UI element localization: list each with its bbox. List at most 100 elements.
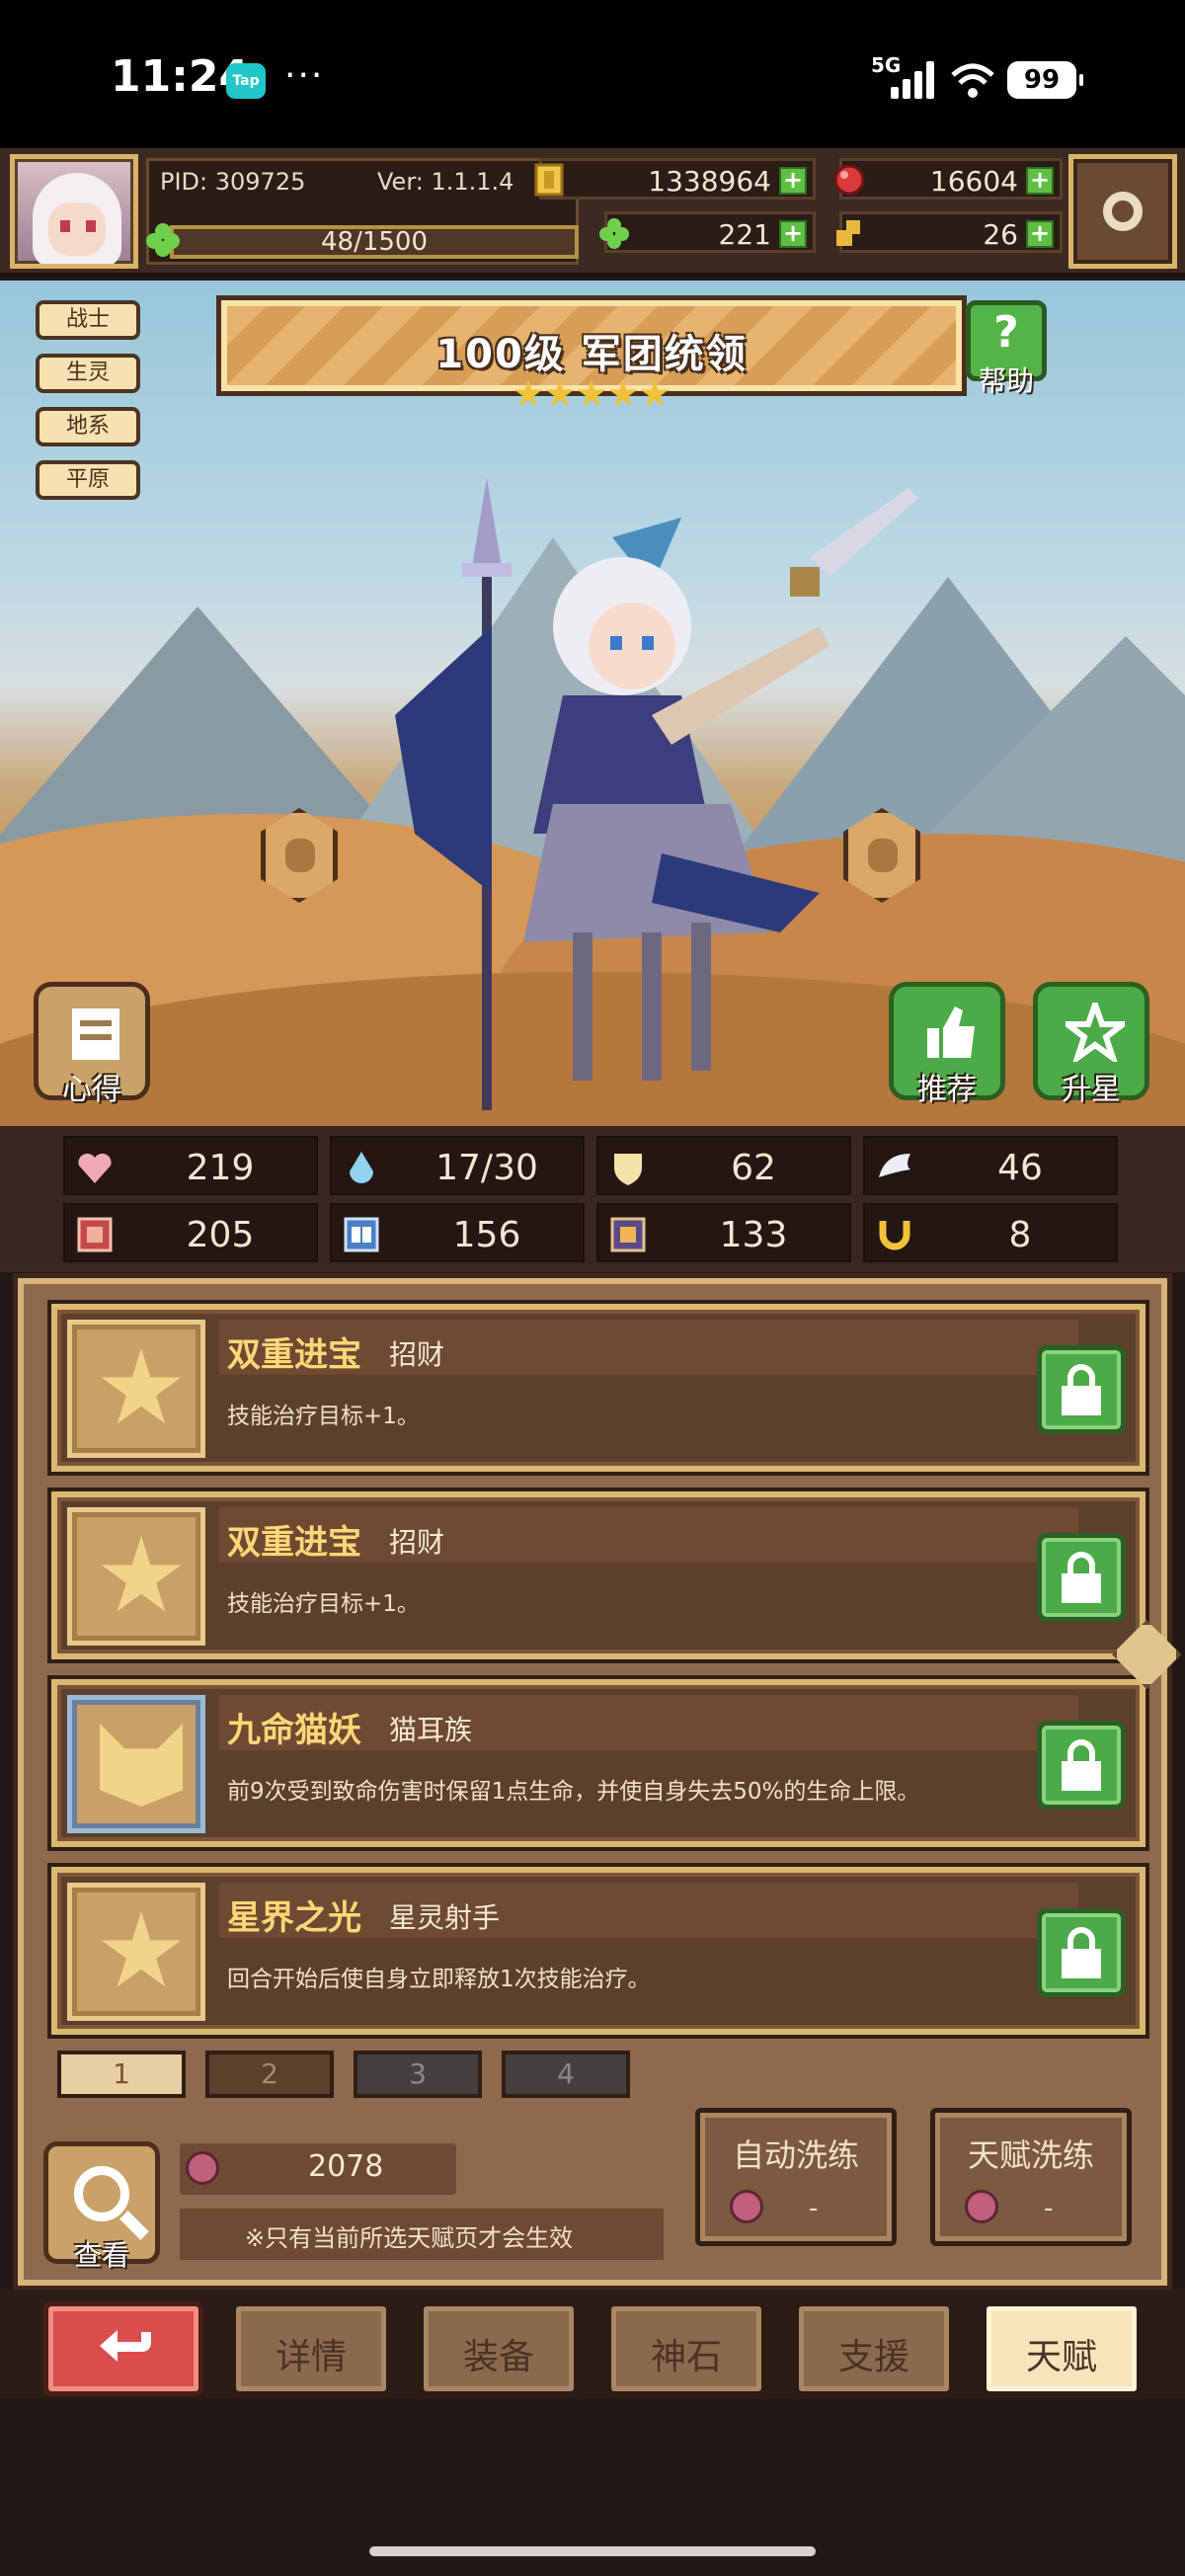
talent-slot-4[interactable]: 星界之光 星灵射手 回合开始后使自身立即释放1次技能治疗。 xyxy=(51,1867,1146,2035)
star-icon xyxy=(640,379,670,407)
stat-health: 219 xyxy=(63,1136,318,1195)
berry-icon xyxy=(186,2151,219,2185)
key-add-button[interactable]: + xyxy=(1026,220,1054,248)
resource-header: PID: 309725 Ver: 1.1.1.4 48/1500 1338964… xyxy=(0,148,1185,277)
notebook-icon xyxy=(72,1008,119,1060)
clover-icon xyxy=(146,223,180,257)
chevron-right-icon xyxy=(868,839,898,872)
class-tag-warrior[interactable]: 战士 xyxy=(36,300,140,340)
talent-icon-slot-4 xyxy=(67,1883,205,2021)
stat-value: 8 xyxy=(1008,1215,1032,1255)
view-label: 查看 xyxy=(73,2239,129,2272)
settings-button[interactable] xyxy=(1068,154,1177,269)
star-icon xyxy=(577,379,606,407)
hero-title: 100级 军团统领 xyxy=(435,332,748,377)
xp-bar: 48/1500 xyxy=(170,225,579,259)
stat-value: 219 xyxy=(186,1148,255,1188)
nav-talent[interactable]: 天赋 xyxy=(982,2301,1142,2396)
element-tag-earth[interactable]: 地系 xyxy=(36,407,140,446)
berry-icon xyxy=(965,2190,998,2223)
talent-name: 九命猫妖 xyxy=(227,1711,361,1750)
talent-lock-button[interactable] xyxy=(1037,1721,1126,1810)
nav-details-label: 详情 xyxy=(275,2337,347,2377)
stat-armor: 133 xyxy=(596,1203,851,1262)
stat-defense: 62 xyxy=(596,1136,851,1195)
green-clover-icon xyxy=(599,218,629,249)
help-label: 帮助 xyxy=(978,364,1034,397)
talent-lock-button[interactable] xyxy=(1037,1908,1126,1997)
magnifier-icon xyxy=(74,2166,129,2221)
nav-godstone[interactable]: 神石 xyxy=(606,2301,766,2396)
stat-value: 205 xyxy=(186,1215,255,1255)
nav-talent-label: 天赋 xyxy=(1025,2337,1097,2377)
xp-value: 48/1500 xyxy=(320,227,428,257)
hero-scene: 战士 生灵 地系 平原 100级 军团统领 ? 帮助 心得 推荐 升星 xyxy=(0,281,1185,1126)
stat-value: 62 xyxy=(731,1148,776,1188)
auto-wash-label: 自动洗练 xyxy=(732,2136,859,2174)
stat-mana: 17/30 xyxy=(330,1136,585,1195)
gem-counter: 16604 + xyxy=(833,158,1063,200)
talent-icon-slot-2 xyxy=(67,1507,205,1646)
thumbs-up-icon xyxy=(927,1006,975,1058)
key-value: 26 xyxy=(983,218,1018,251)
talent-name: 双重进宝 xyxy=(227,1523,361,1563)
page-tab-1[interactable]: 1 xyxy=(57,2051,186,2098)
gold-key-icon xyxy=(836,220,860,246)
red-gem-icon xyxy=(833,164,865,196)
page-tab-2[interactable]: 2 xyxy=(205,2051,334,2098)
hero-star-rating xyxy=(514,379,672,419)
nav-details[interactable]: 详情 xyxy=(231,2301,391,2396)
wing-icon xyxy=(879,1154,910,1177)
nav-support[interactable]: 支援 xyxy=(794,2301,954,2396)
stat-value: 17/30 xyxy=(435,1148,538,1188)
page-tab-4[interactable]: 4 xyxy=(502,2051,630,2098)
talent-wash-label: 天赋洗练 xyxy=(967,2136,1094,2174)
auto-wash-button[interactable]: 自动洗练 - xyxy=(695,2108,897,2246)
wash-resource-value: 2078 xyxy=(308,2149,384,2184)
talent-slot-1[interactable]: 双重进宝 招财 技能治疗目标+1。 xyxy=(51,1304,1146,1472)
gold-add-button[interactable]: + xyxy=(779,167,807,195)
xinde-label: 心得 xyxy=(62,1073,121,1107)
key-counter: 26 + xyxy=(836,211,1063,253)
talent-slot-3[interactable]: 九命猫妖 猫耳族 前9次受到致命伤害时保留1点生命，并使自身失去50%的生命上限… xyxy=(51,1679,1146,1847)
gold-value: 1338964 xyxy=(648,165,771,198)
page-tab-3[interactable]: 3 xyxy=(354,2051,482,2098)
talent-lock-button[interactable] xyxy=(1037,1345,1126,1434)
star-icon xyxy=(514,379,543,407)
race-tag-creature[interactable]: 生灵 xyxy=(36,354,140,393)
home-indicator[interactable] xyxy=(369,2546,816,2556)
question-mark-icon: ? xyxy=(993,307,1019,358)
auto-wash-cost: - xyxy=(809,2194,819,2223)
terrain-tag-plain[interactable]: 平原 xyxy=(36,460,140,500)
berry-icon xyxy=(730,2190,763,2223)
gold-coin-icon xyxy=(534,163,564,197)
talent-lock-button[interactable] xyxy=(1037,1533,1126,1622)
battery-icon: 99 xyxy=(1007,61,1083,99)
talent-name: 星界之光 xyxy=(227,1898,361,1938)
stat-value: 133 xyxy=(719,1215,788,1255)
talent-description: 回合开始后使自身立即释放1次技能治疗。 xyxy=(227,1967,651,1992)
star-icon xyxy=(101,1348,182,1424)
talent-icon-slot-3 xyxy=(67,1695,205,1833)
clover-value: 221 xyxy=(718,218,771,251)
game-version: Ver: 1.1.1.4 xyxy=(377,168,514,196)
talent-type: 招财 xyxy=(389,1338,445,1371)
armor-icon xyxy=(610,1217,646,1252)
back-button[interactable] xyxy=(43,2301,203,2396)
nav-equipment[interactable]: 装备 xyxy=(419,2301,579,2396)
clover-add-button[interactable]: + xyxy=(779,220,807,248)
talent-slot-2[interactable]: 双重进宝 招财 技能治疗目标+1。 xyxy=(51,1491,1146,1659)
gem-add-button[interactable]: + xyxy=(1026,167,1054,195)
nav-godstone-label: 神石 xyxy=(650,2337,722,2377)
talent-name: 双重进宝 xyxy=(227,1335,361,1375)
talent-type: 星灵射手 xyxy=(389,1901,501,1934)
talent-wash-button[interactable]: 天赋洗练 - xyxy=(930,2108,1132,2246)
nav-support-label: 支援 xyxy=(837,2337,909,2377)
horseshoe-icon xyxy=(879,1221,910,1250)
shield-icon xyxy=(614,1154,642,1185)
star-outline-icon xyxy=(1066,1003,1125,1062)
mana-drop-icon xyxy=(350,1152,373,1183)
nav-equipment-label: 装备 xyxy=(462,2337,534,2377)
player-avatar[interactable] xyxy=(10,154,138,269)
status-bar: 11:24 Tap ··· 5G 99 xyxy=(0,0,1185,148)
